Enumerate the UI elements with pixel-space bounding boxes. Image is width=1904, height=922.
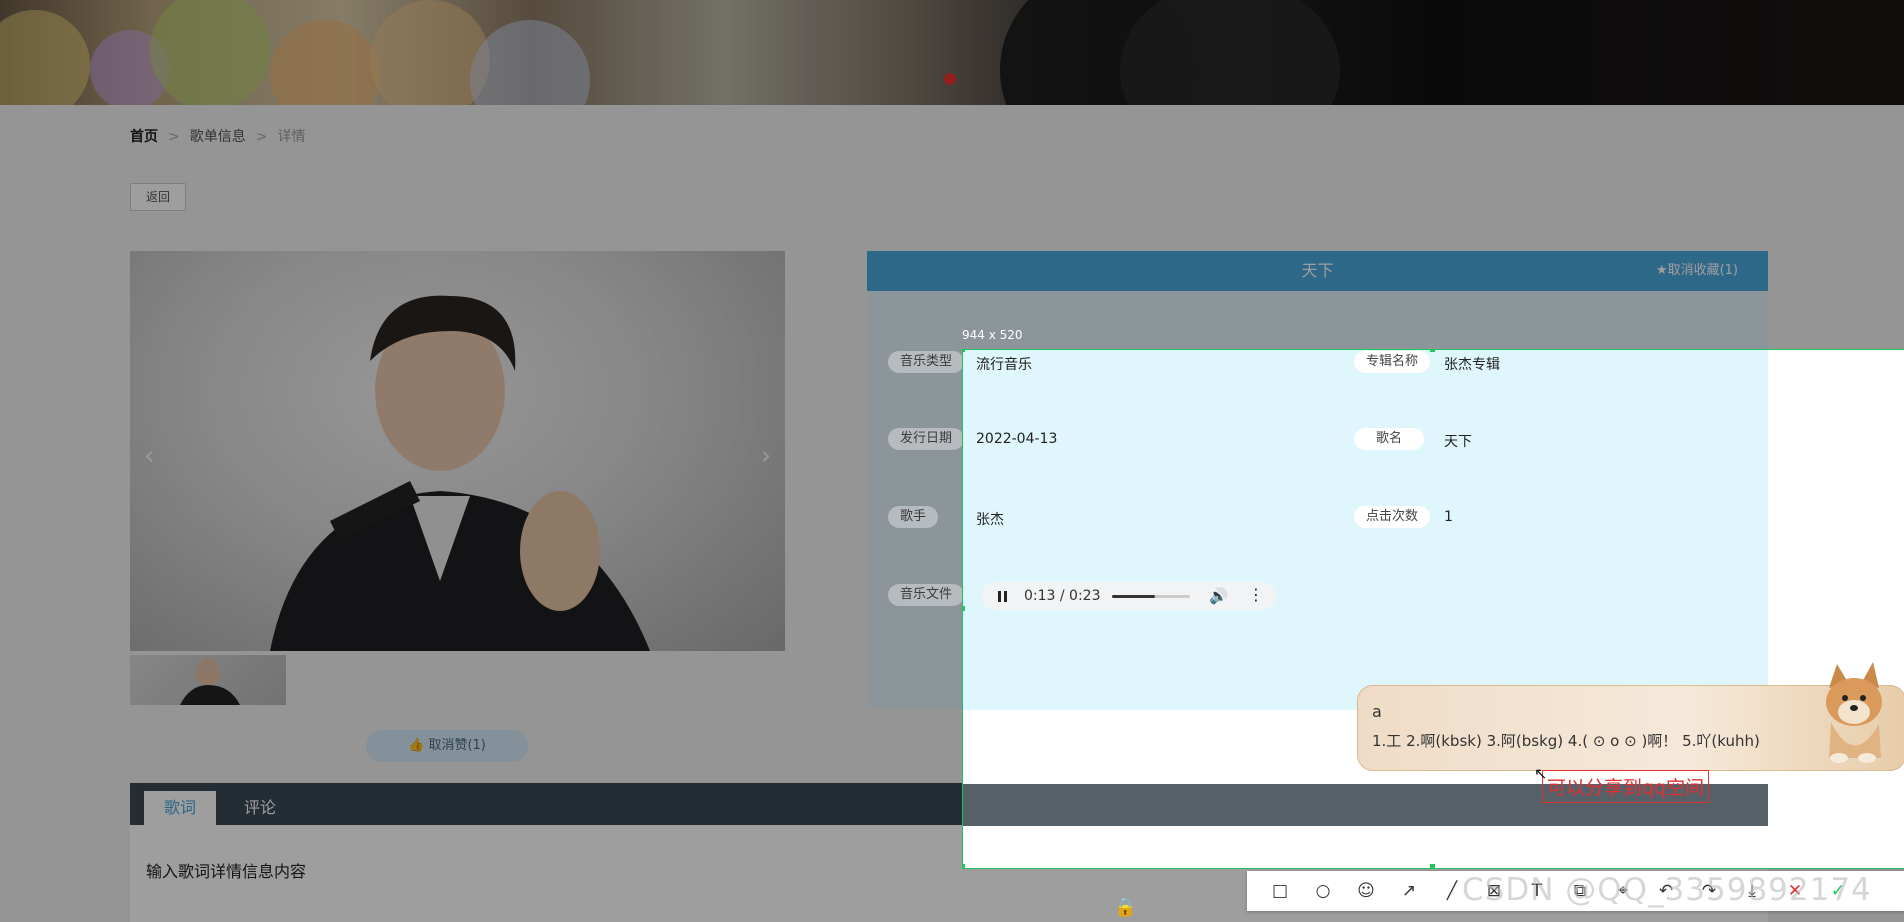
click-count-label: 点击次数 [1354, 506, 1431, 528]
ime-candidates[interactable]: 1.工 2.啊(kbsk) 3.阿(bskg) 4.( ⊙ o ⊙ )啊！ 5.… [1372, 730, 1760, 751]
song-name-label: 歌名 [1354, 428, 1425, 450]
shiba-dog-icon [1826, 662, 1882, 763]
text-annotation[interactable]: 可以分享到qq空间 [1542, 770, 1710, 803]
lock-icon: 🔒 [1114, 897, 1137, 918]
watermark: CSDN @QQ_3359892174 [1462, 872, 1872, 908]
more-options-icon[interactable]: ⋮ [1248, 585, 1264, 604]
resize-handle[interactable] [1430, 864, 1435, 868]
arrow-icon[interactable]: ↗ [1398, 880, 1420, 902]
resize-handle[interactable] [963, 864, 965, 868]
album-value: 张杰专辑 [1444, 357, 1500, 373]
album-label: 专辑名称 [1354, 351, 1431, 373]
emoji-icon[interactable]: ☺ [1355, 880, 1377, 902]
release-date-label: 发行日期 [888, 428, 965, 450]
pen-icon[interactable]: ╱ [1441, 880, 1463, 902]
release-date-value: 2022-04-13 [976, 431, 1058, 447]
click-count-value: 1 [1444, 509, 1453, 525]
music-file-label: 音乐文件 [888, 584, 965, 606]
rectangle-icon[interactable]: □ [1269, 880, 1291, 902]
audio-time: 0:13 / 0:23 [1024, 588, 1101, 604]
resize-handle[interactable] [1430, 350, 1435, 352]
volume-slider[interactable] [1112, 595, 1190, 598]
mouse-cursor-icon: ↖ [1534, 764, 1548, 783]
pause-icon[interactable] [998, 591, 1001, 602]
singer-value: 张杰 [976, 512, 1004, 528]
song-name-value: 天下 [1444, 434, 1472, 450]
resize-handle[interactable] [963, 350, 965, 352]
singer-label: 歌手 [888, 506, 939, 528]
ime-candidate-window: a 1.工 2.啊(kbsk) 3.阿(bskg) 4.( ⊙ o ⊙ )啊！ … [1357, 662, 1904, 771]
music-type-label: 音乐类型 [888, 351, 965, 373]
ime-input: a [1372, 702, 1382, 721]
resize-handle[interactable] [963, 606, 965, 611]
selection-size-label: 944 x 520 [962, 328, 1023, 342]
volume-icon[interactable]: 🔊 [1209, 587, 1228, 605]
ellipse-icon[interactable]: ○ [1312, 880, 1334, 902]
audio-player: 0:13 / 0:23 🔊 ⋮ [982, 582, 1276, 610]
music-type-value: 流行音乐 [976, 357, 1032, 373]
